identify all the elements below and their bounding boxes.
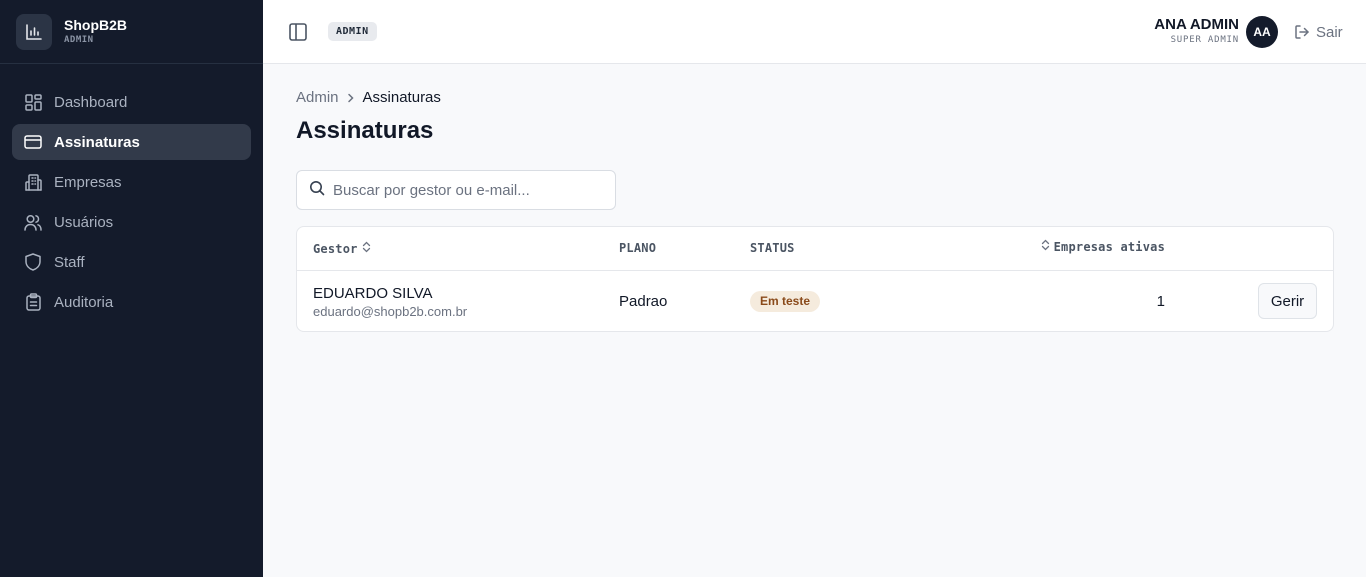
active-companies-count: 1 [1156, 293, 1165, 310]
column-header-plano: PLANO [619, 241, 657, 255]
manager-email: eduardo@shopb2b.com.br [313, 304, 468, 319]
user-info: ANA ADMIN SUPER ADMIN [1154, 16, 1239, 45]
dashboard-icon [24, 93, 42, 111]
brand-name: ShopB2B [64, 17, 127, 33]
sidebar-item-label: Auditoria [54, 293, 114, 311]
breadcrumb-current: Assinaturas [362, 89, 441, 106]
column-header-empresas[interactable]: Empresas ativas [1037, 239, 1165, 254]
sort-icon [362, 241, 371, 256]
breadcrumb-admin-link[interactable]: Admin [296, 89, 339, 106]
sidebar-toggle-icon[interactable] [288, 22, 308, 42]
manage-button[interactable]: Gerir [1258, 283, 1317, 319]
page-title: Assinaturas [296, 117, 434, 144]
logout-icon [1295, 25, 1309, 39]
sort-icon [1041, 239, 1050, 254]
search-input[interactable] [333, 181, 593, 199]
column-header-label: Empresas ativas [1053, 239, 1165, 254]
logout-button[interactable]: Sair [1294, 22, 1343, 42]
sidebar-item-usuarios[interactable]: Usuários [12, 204, 251, 240]
user-role: SUPER ADMIN [1170, 35, 1239, 45]
top-bar: ADMIN ANA ADMIN SUPER ADMIN AA Sair [263, 0, 1366, 64]
sidebar-nav: Dashboard Assinaturas Empresas Usuários … [0, 64, 263, 320]
brand-subtitle: ADMIN [64, 35, 94, 45]
brand[interactable]: ShopB2B ADMIN [0, 0, 263, 64]
sidebar-item-auditoria[interactable]: Auditoria [12, 284, 251, 320]
manager-name: EDUARDO SILVA [313, 285, 433, 302]
subscriptions-table: Gestor PLANO STATUS Empresas ativas EDUA… [296, 226, 1334, 332]
chevron-right-icon [347, 93, 355, 103]
bar-chart-icon [16, 13, 52, 50]
sidebar-item-assinaturas[interactable]: Assinaturas [12, 124, 251, 160]
sidebar-item-dashboard[interactable]: Dashboard [12, 84, 251, 120]
shield-icon [24, 253, 42, 271]
users-icon [24, 213, 42, 231]
sidebar: ShopB2B ADMIN Dashboard Assinaturas Empr… [0, 0, 263, 577]
sidebar-item-label: Dashboard [54, 93, 128, 111]
status-badge: Em teste [750, 291, 821, 312]
logout-label: Sair [1316, 23, 1343, 41]
breadcrumb: Admin Assinaturas [296, 89, 441, 106]
role-badge: ADMIN [328, 22, 377, 41]
search-icon [309, 180, 325, 201]
column-header-gestor[interactable]: Gestor [313, 241, 375, 256]
sidebar-item-label: Assinaturas [54, 133, 140, 151]
column-header-label: Gestor [313, 241, 358, 256]
table-row: EDUARDO SILVA eduardo@shopb2b.com.br Pad… [297, 271, 1333, 332]
sidebar-item-empresas[interactable]: Empresas [12, 164, 251, 200]
building-icon [24, 173, 42, 191]
plan-name: Padrao [619, 293, 668, 310]
sidebar-item-label: Usuários [54, 213, 114, 231]
sidebar-item-label: Empresas [54, 173, 122, 191]
clipboard-icon [24, 293, 42, 311]
sidebar-item-staff[interactable]: Staff [12, 244, 251, 280]
column-header-status: STATUS [750, 241, 795, 255]
user-name: ANA ADMIN [1154, 16, 1239, 33]
table-header: Gestor PLANO STATUS Empresas ativas [297, 227, 1333, 271]
credit-card-icon [24, 133, 42, 151]
sidebar-item-label: Staff [54, 253, 85, 271]
search-box [296, 170, 616, 210]
avatar[interactable]: AA [1246, 16, 1278, 48]
